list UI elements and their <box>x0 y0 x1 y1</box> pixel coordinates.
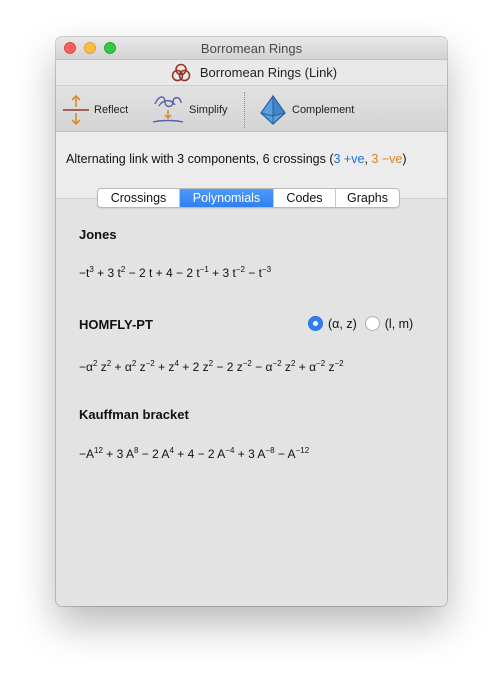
toolbar: Reflect Simplify Complement <box>56 86 447 132</box>
negative-crossings: 3 −ve <box>371 152 403 166</box>
app-window: Borromean Rings Borromean Rings (Link) R… <box>56 37 447 606</box>
tab-bar: Crossings Polynomials Codes Graphs <box>97 188 400 208</box>
simplify-label: Simplify <box>189 104 228 116</box>
jones-term-2: − 2 t + 4 − 2 t <box>125 266 200 280</box>
kauffman-term-4: + 3 A <box>234 447 266 461</box>
jones-polynomial: −t3 + 3 t2 − 2 t + 4 − 2 t−1 + 3 t−2 − t… <box>79 265 271 280</box>
jones-title: Jones <box>79 227 117 242</box>
homfly-term-6: − 2 z <box>213 360 243 374</box>
homfly-variable-selector: (α, z) (l, m) <box>308 316 421 331</box>
kauffman-exponent-5: −12 <box>295 446 310 455</box>
simplify-icon <box>152 96 184 123</box>
homfly-term-2: + α <box>111 360 132 374</box>
homfly-term-8: z <box>281 360 291 374</box>
reflect-label: Reflect <box>94 104 129 116</box>
tab-polynomials[interactable]: Polynomials <box>180 189 274 207</box>
homfly-term-3: z <box>136 360 146 374</box>
complement-label: Complement <box>292 104 355 116</box>
kauffman-title: Kauffman bracket <box>79 407 189 422</box>
kauffman-term-0: −A <box>79 447 95 461</box>
homfly-polynomial: −α2 z2 + α2 z−2 + z4 + 2 z2 − 2 z−2 − α−… <box>79 359 344 374</box>
jones-term-4: − t <box>244 266 262 280</box>
homfly-term-1: z <box>97 360 107 374</box>
homfly-exponent-7: −2 <box>272 359 282 368</box>
kauffman-exponent-0: 12 <box>94 446 103 455</box>
document-bar: Borromean Rings (Link) <box>56 60 447 86</box>
kauffman-term-2: − 2 A <box>138 447 170 461</box>
simplify-button[interactable]: Simplify <box>151 93 228 127</box>
jones-term-1: + 3 t <box>93 266 121 280</box>
homfly-exponent-9: −2 <box>316 359 326 368</box>
kauffman-term-1: + 3 A <box>102 447 134 461</box>
homfly-exponent-3: −2 <box>145 359 155 368</box>
summary-close: ) <box>402 152 407 166</box>
homfly-exponent-6: −2 <box>242 359 252 368</box>
window-title: Borromean Rings <box>200 41 303 56</box>
radio-l-m-indicator[interactable] <box>364 316 380 331</box>
jones-term-0: −t <box>79 266 90 280</box>
content-panel <box>56 198 447 606</box>
radio-alpha-z[interactable]: (α, z) <box>308 316 357 331</box>
kauffman-term-5: − A <box>274 447 296 461</box>
tab-crossings[interactable]: Crossings <box>98 189 180 207</box>
kauffman-polynomial: −A12 + 3 A8 − 2 A4 + 4 − 2 A−4 + 3 A−8 −… <box>79 446 309 461</box>
radio-alpha-z-indicator[interactable] <box>308 316 323 331</box>
document-title: Borromean Rings (Link) <box>199 65 338 80</box>
kauffman-term-3: + 4 − 2 A <box>173 447 226 461</box>
complement-icon <box>260 94 286 125</box>
homfly-term-5: + 2 z <box>178 360 209 374</box>
jones-term-3: + 3 t <box>208 266 236 280</box>
toolbar-separator <box>244 92 245 128</box>
reflect-icon <box>63 94 89 126</box>
tab-codes[interactable]: Codes <box>274 189 336 207</box>
reflect-button[interactable]: Reflect <box>62 93 128 127</box>
title-bar[interactable]: Borromean Rings <box>56 37 447 60</box>
radio-l-m-label: (l, m) <box>384 316 414 331</box>
jones-exponent-2: −1 <box>199 265 209 274</box>
homfly-term-7: − α <box>251 360 273 374</box>
complement-button[interactable]: Complement <box>258 93 354 127</box>
homfly-exponent-10: −2 <box>334 359 344 368</box>
radio-l-m[interactable]: (l, m) <box>364 316 414 331</box>
summary-text: Alternating link with 3 components, 6 cr… <box>66 152 334 166</box>
positive-crossings: 3 +ve <box>333 152 365 166</box>
link-summary: Alternating link with 3 components, 6 cr… <box>66 152 407 166</box>
kauffman-exponent-4: −8 <box>265 446 275 455</box>
borromean-rings-icon <box>171 63 191 81</box>
homfly-term-4: + z <box>154 360 175 374</box>
tab-graphs[interactable]: Graphs <box>336 189 399 207</box>
homfly-term-9: + α <box>295 360 317 374</box>
homfly-title: HOMFLY-PT <box>79 317 153 332</box>
homfly-term-0: −α <box>79 360 93 374</box>
radio-alpha-z-label: (α, z) <box>328 316 357 331</box>
jones-exponent-3: −2 <box>235 265 245 274</box>
jones-exponent-4: −3 <box>261 265 272 274</box>
